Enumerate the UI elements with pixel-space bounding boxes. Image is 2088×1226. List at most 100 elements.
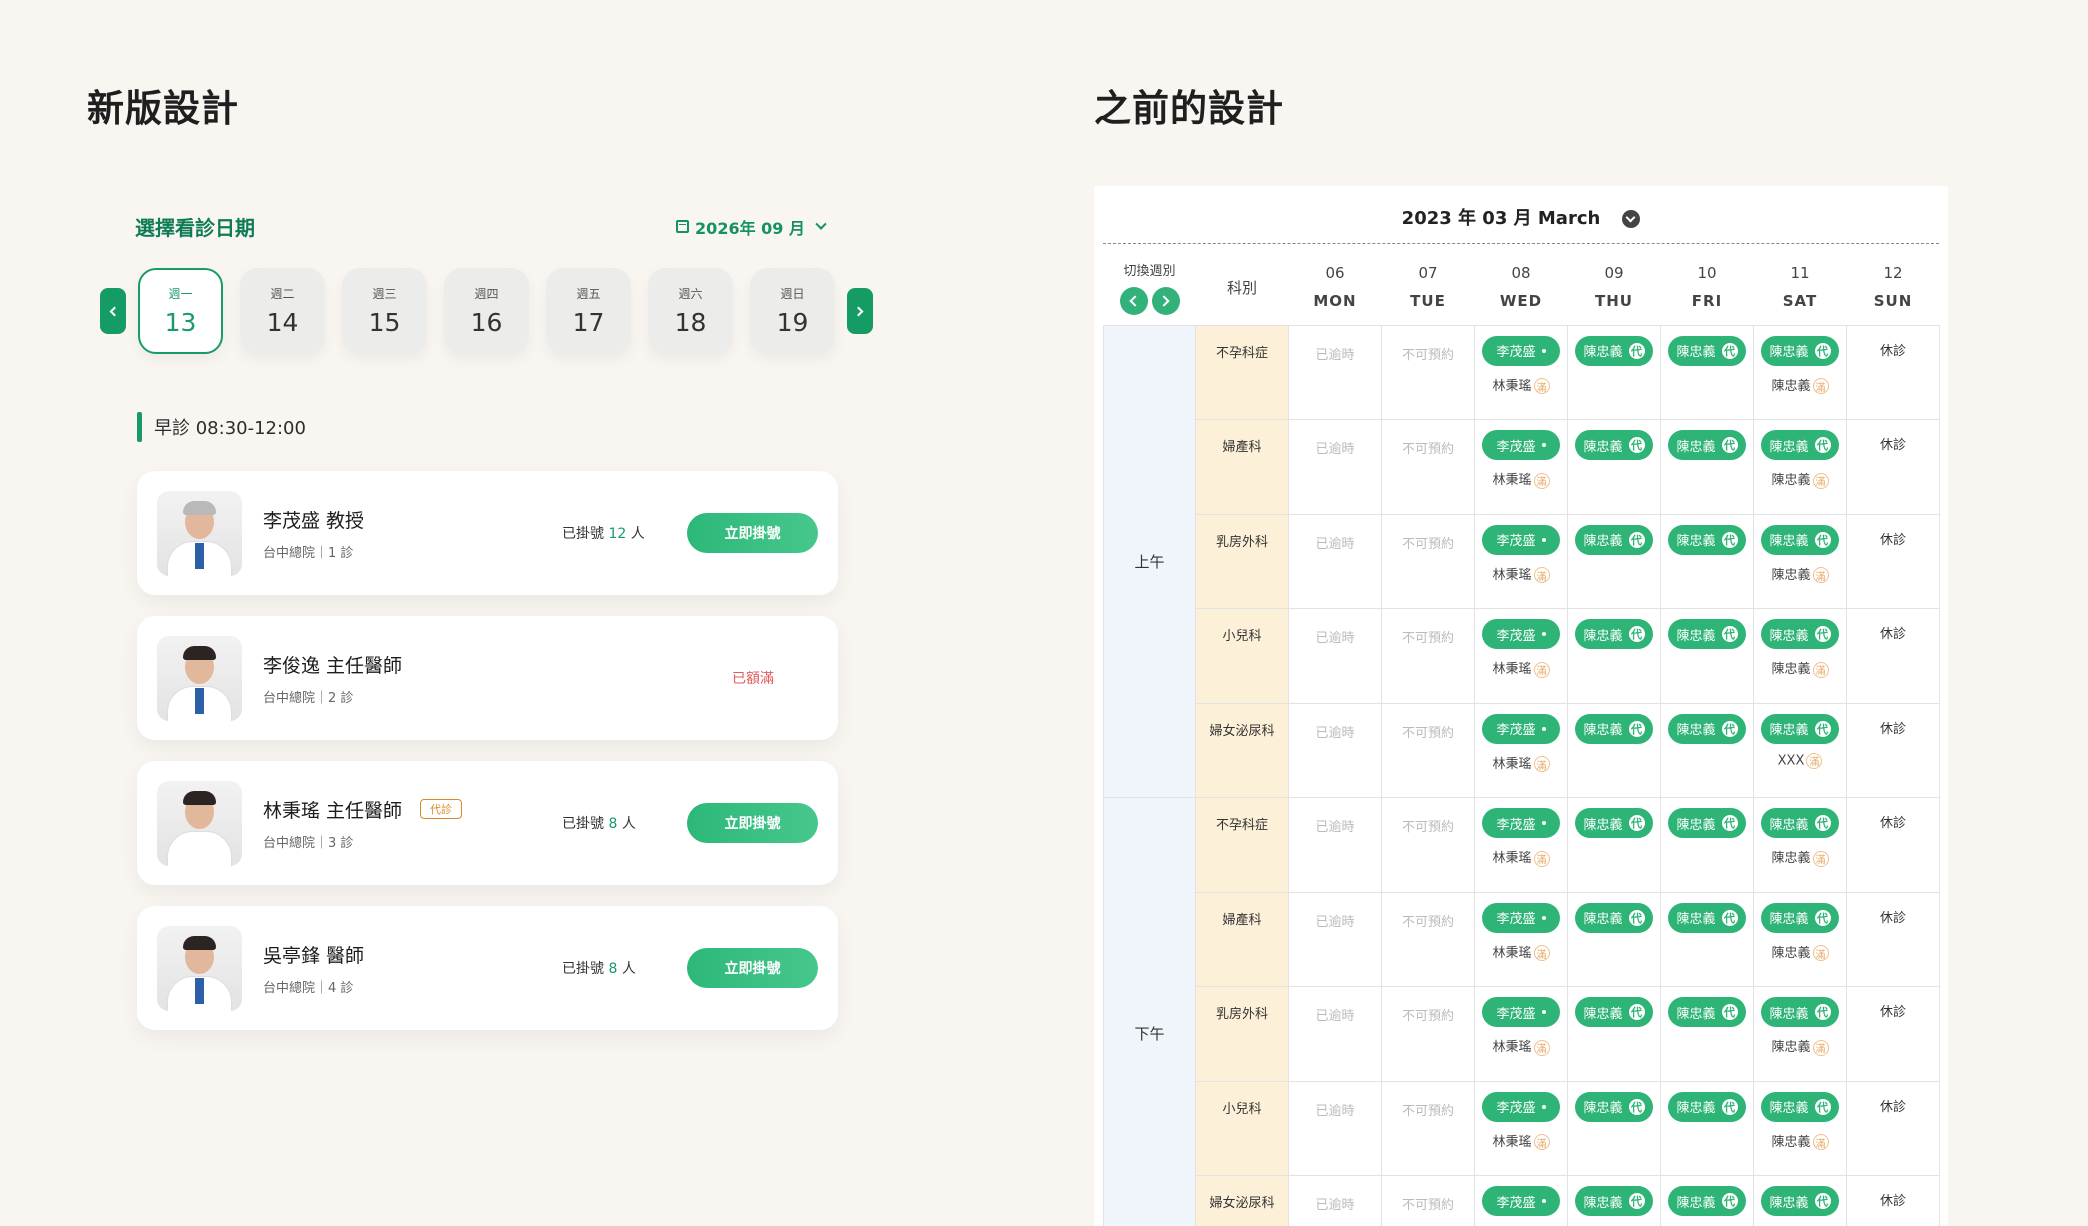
doctor-pill[interactable]: 陳忠義代 xyxy=(1668,430,1746,460)
doctor-pill[interactable]: 陳忠義代 xyxy=(1575,335,1653,366)
day-card[interactable]: 週六 18 xyxy=(648,268,733,354)
book-now-button[interactable]: 立即掛號 xyxy=(687,948,818,988)
day-card[interactable]: 週三 15 xyxy=(342,268,427,354)
secondary-doctor[interactable]: 陳忠義滿 xyxy=(1754,1131,1846,1150)
pill-doctor-name: 李茂盛 xyxy=(1496,912,1536,927)
doctor-pill[interactable]: 陳忠義代 xyxy=(1575,430,1653,460)
pill-doctor-name: 陳忠義 xyxy=(1769,912,1809,927)
secondary-doctor[interactable]: 林秉瑤滿 xyxy=(1475,1036,1567,1056)
doctor-pill[interactable]: 陳忠義代 xyxy=(1575,524,1653,555)
sat-cell: 陳忠義代陳忠義滿 xyxy=(1753,324,1847,420)
doctor-pill[interactable]: 陳忠義代 xyxy=(1575,1091,1653,1122)
secondary-doctor[interactable]: 林秉瑤滿 xyxy=(1475,469,1567,489)
doctor-pill[interactable]: 李茂盛 xyxy=(1482,524,1560,555)
doctor-pill[interactable]: 陳忠義代 xyxy=(1761,997,1839,1027)
doctor-pill[interactable]: 陳忠義代 xyxy=(1668,1186,1746,1216)
month-picker[interactable]: 2026年 09 月 xyxy=(676,215,827,239)
unavailable-cell: 不可預約 xyxy=(1381,1080,1475,1176)
day-card[interactable]: 週五 17 xyxy=(546,268,631,354)
doctor-pill[interactable]: 陳忠義代 xyxy=(1575,619,1653,649)
doctor-pill[interactable]: 李茂盛 xyxy=(1482,335,1560,366)
pill-doctor-name: 陳忠義 xyxy=(1676,817,1716,833)
full-mark-icon: 滿 xyxy=(1533,567,1550,583)
doctor-pill[interactable]: 陳忠義代 xyxy=(1761,335,1839,366)
doctor-pill[interactable]: 陳忠義代 xyxy=(1575,1186,1653,1216)
registered-count: 已掛號 12 人 xyxy=(562,523,645,543)
doctor-pill[interactable]: 李茂盛 xyxy=(1482,430,1560,460)
doctor-pill[interactable]: 陳忠義代 xyxy=(1668,713,1746,744)
prev-week-button[interactable] xyxy=(100,288,126,334)
secondary-doctor[interactable]: 陳忠義滿 xyxy=(1754,1036,1846,1056)
doctor-pill[interactable]: 陳忠義代 xyxy=(1575,902,1653,933)
doctor-pill[interactable]: 陳忠義代 xyxy=(1761,430,1839,460)
doctor-pill[interactable]: 李茂盛 xyxy=(1482,808,1560,838)
day-weekday: 週日 xyxy=(780,287,805,301)
doctor-pill[interactable]: 陳忠義代 xyxy=(1761,619,1839,649)
substitute-mark-icon: 代 xyxy=(1721,437,1738,453)
doctor-pill[interactable]: 李茂盛 xyxy=(1482,1186,1560,1216)
secondary-doctor[interactable]: 林秉瑤滿 xyxy=(1475,564,1567,583)
secondary-doctor[interactable]: 陳忠義滿 xyxy=(1754,658,1846,678)
day-card[interactable]: 週二 14 xyxy=(240,268,325,354)
doctor-pill[interactable]: 陳忠義代 xyxy=(1761,1091,1839,1122)
column-weekday: TUE xyxy=(1410,292,1446,311)
doctor-pill[interactable]: 李茂盛 xyxy=(1482,997,1560,1027)
doctor-pill[interactable]: 陳忠義代 xyxy=(1761,713,1839,744)
day-column-header: 09 THU xyxy=(1568,250,1661,325)
count-prefix: 已掛號 xyxy=(562,961,604,977)
next-week-button[interactable] xyxy=(847,288,873,334)
schedule-row: 婦產科 已逾時 不可預約 李茂盛 林秉瑤滿陳忠義代陳忠義代陳忠義代陳忠義滿休診 xyxy=(1104,419,1940,515)
secondary-doctor[interactable]: 林秉瑤滿 xyxy=(1475,847,1567,867)
doctor-pill[interactable]: 李茂盛 xyxy=(1482,1091,1560,1122)
fri-cell: 陳忠義代 xyxy=(1660,513,1754,609)
past-cell: 已逾時 xyxy=(1288,608,1382,704)
doctor-pill[interactable]: 陳忠義代 xyxy=(1761,524,1839,555)
next-week-icon[interactable] xyxy=(1151,286,1180,315)
full-mark-icon: 滿 xyxy=(1812,1134,1829,1150)
doctor-card: 李俊逸 主任醫師 台中總院｜2 診 已額滿 xyxy=(137,616,838,740)
doctor-pill[interactable]: 陳忠義代 xyxy=(1575,808,1653,838)
book-now-button[interactable]: 立即掛號 xyxy=(687,803,818,843)
secondary-doctor[interactable]: 林秉瑤滿 xyxy=(1475,375,1567,394)
doctor-pill[interactable]: 李茂盛 xyxy=(1482,713,1560,744)
secondary-doctor[interactable]: 林秉瑤滿 xyxy=(1475,658,1567,678)
secondary-doctor[interactable]: XXX 滿 xyxy=(1754,752,1846,769)
doctor-pill[interactable]: 陳忠義代 xyxy=(1575,713,1653,744)
day-card[interactable]: 週一 13 xyxy=(138,268,223,354)
secondary-doctor[interactable]: 陳忠義滿 xyxy=(1754,942,1846,961)
secondary-doctor[interactable]: 陳忠義滿 xyxy=(1754,847,1846,867)
doctor-pill[interactable]: 陳忠義代 xyxy=(1668,808,1746,838)
doctor-pill[interactable]: 陳忠義代 xyxy=(1761,902,1839,933)
secondary-doctor[interactable]: 陳忠義滿 xyxy=(1754,564,1846,583)
secondary-doctor[interactable]: 陳忠義滿 xyxy=(1754,469,1846,489)
secondary-doctor[interactable]: 林秉瑤滿 xyxy=(1475,753,1567,772)
doctor-pill[interactable]: 陳忠義代 xyxy=(1668,619,1746,649)
doctor-location: 台中總院｜2 診 xyxy=(263,690,354,706)
pill-doctor-name: 陳忠義 xyxy=(1676,534,1716,549)
day-card[interactable]: 週四 16 xyxy=(444,268,529,354)
prev-week-icon[interactable] xyxy=(1119,286,1148,315)
doctor-pill[interactable]: 李茂盛 xyxy=(1482,619,1560,649)
doctor-pill[interactable]: 李茂盛 xyxy=(1482,902,1560,933)
day-card[interactable]: 週日 19 xyxy=(750,268,835,354)
doctor-pill[interactable]: 陳忠義代 xyxy=(1668,524,1746,555)
doctor-pill[interactable]: 陳忠義代 xyxy=(1668,902,1746,933)
doctor-pill[interactable]: 陳忠義代 xyxy=(1761,808,1839,838)
dot-icon xyxy=(1541,443,1546,447)
doctor-pill[interactable]: 陳忠義代 xyxy=(1668,1091,1746,1122)
doctor-pill[interactable]: 陳忠義代 xyxy=(1575,997,1653,1027)
doctor-pill[interactable]: 陳忠義代 xyxy=(1668,335,1746,366)
full-mark-icon: 滿 xyxy=(1812,850,1829,867)
schedule-row: 上午 不孕科症 已逾時 不可預約 李茂盛 林秉瑤滿陳忠義代陳忠義代陳忠義代陳忠義滿休診 xyxy=(1103,324,1940,798)
period-label: 下午 xyxy=(1103,797,1196,1226)
doctor-list: 李茂盛 教授 台中總院｜1 診已掛號 12 人立即掛號 李俊逸 主任醫師 台中總院｜2… xyxy=(137,471,838,1051)
pill-doctor-name: 陳忠義 xyxy=(1583,534,1623,549)
book-now-button[interactable]: 立即掛號 xyxy=(687,513,818,553)
secondary-doctor[interactable]: 陳忠義滿 xyxy=(1754,375,1846,394)
old-month-selector[interactable]: 2023 年 03 月 March xyxy=(1094,204,1948,230)
doctor-pill[interactable]: 陳忠義代 xyxy=(1761,1186,1839,1216)
secondary-doctor[interactable]: 林秉瑤滿 xyxy=(1475,1131,1567,1150)
secondary-doctor[interactable]: 林秉瑤滿 xyxy=(1475,942,1567,961)
pill-doctor-name: 陳忠義 xyxy=(1583,817,1623,833)
doctor-pill[interactable]: 陳忠義代 xyxy=(1668,997,1746,1027)
